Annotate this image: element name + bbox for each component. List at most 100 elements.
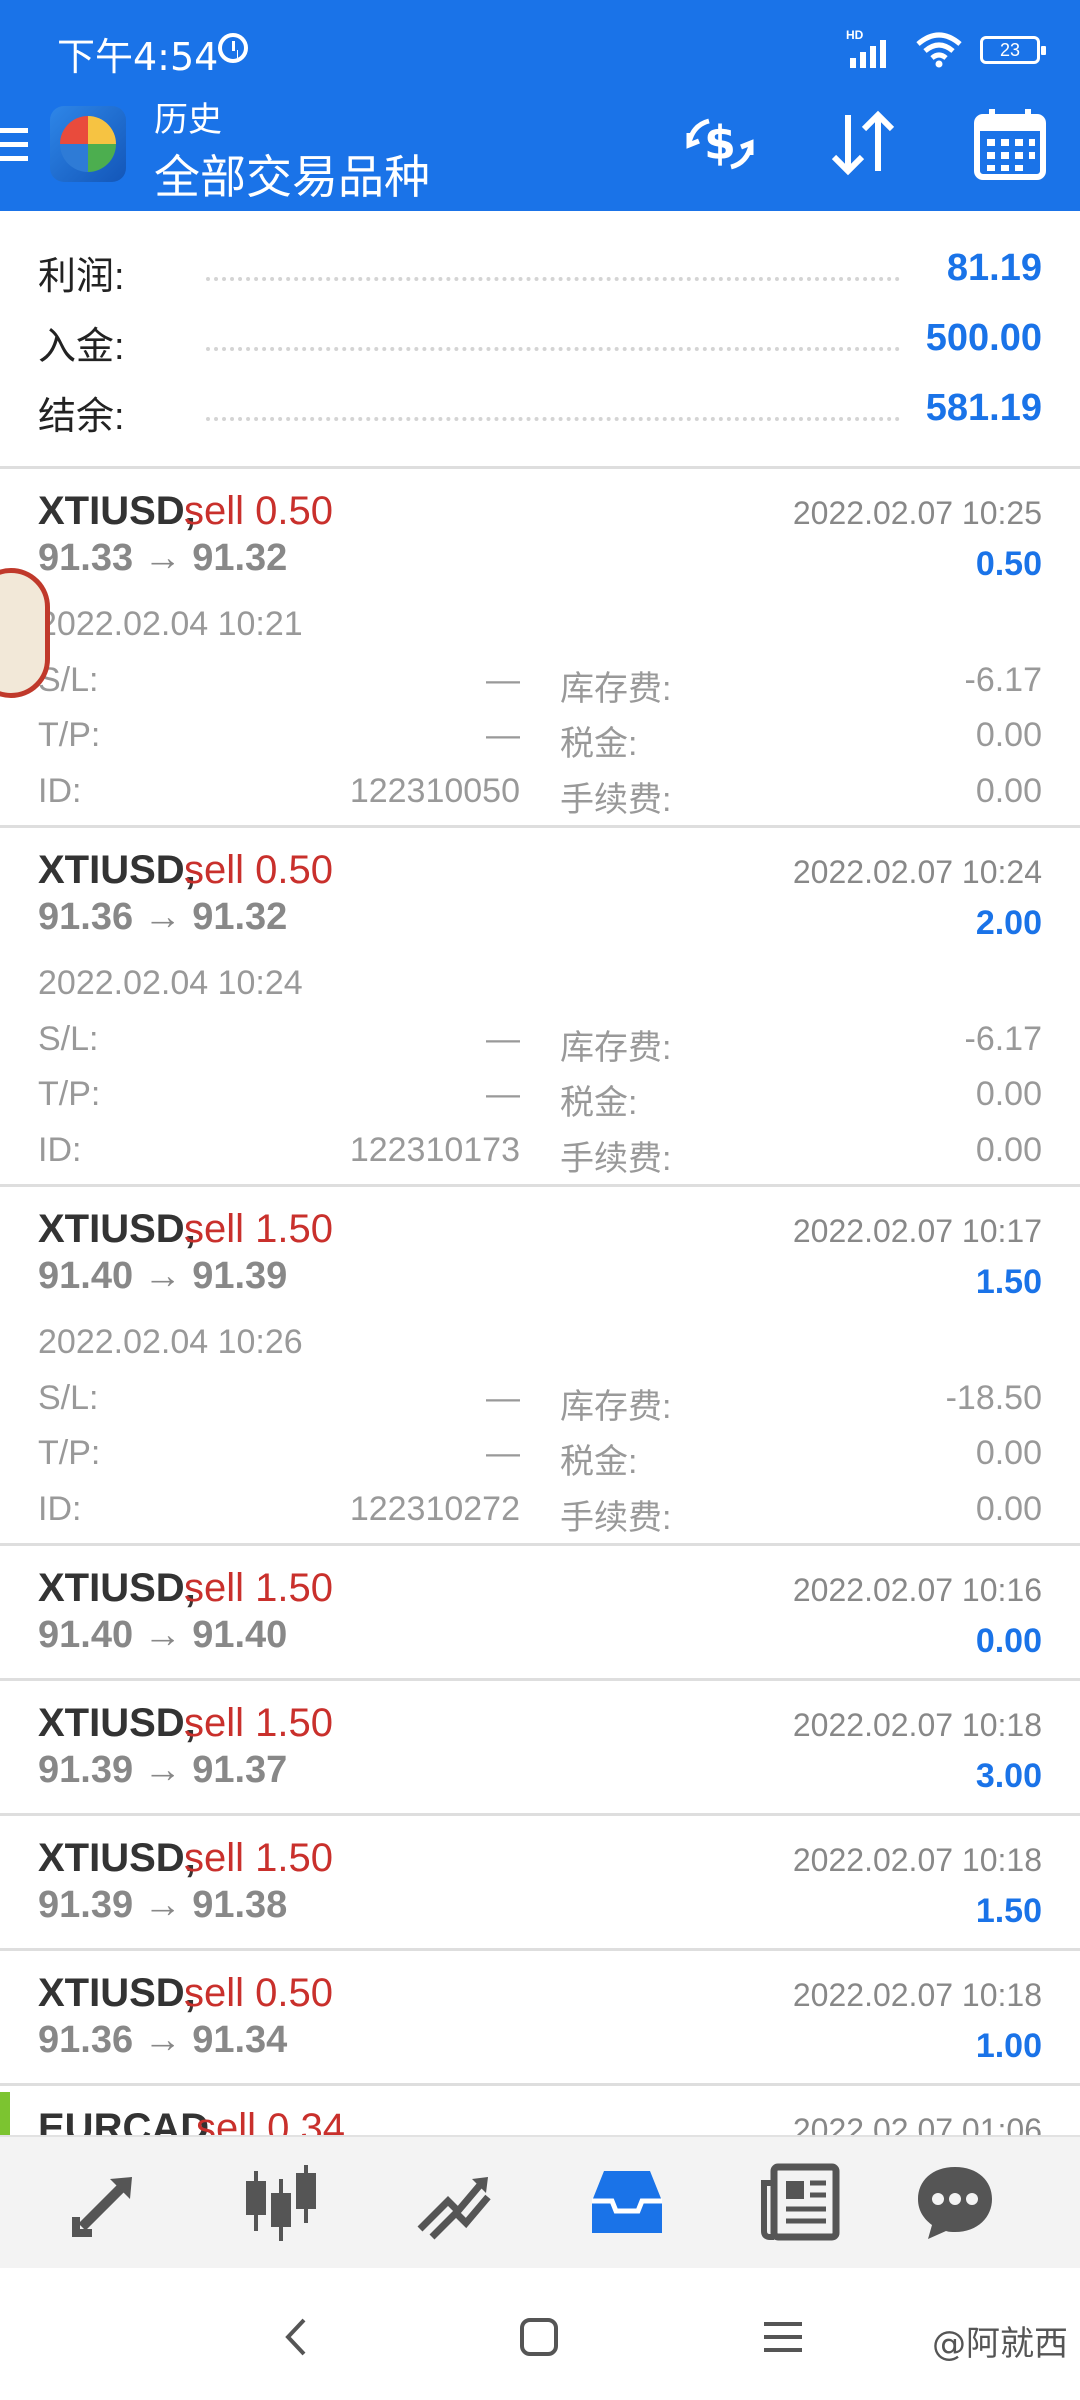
trade-history-list: XTIUSD, sell 0.50 91.33 → 91.32 2022.02.… <box>0 469 1080 2135</box>
sl-value: — <box>486 661 520 699</box>
dotted-leader <box>206 347 900 351</box>
trade-profit: 0.50 <box>975 545 1042 583</box>
page-title: 历史 <box>154 101 222 139</box>
trade-price: 91.40 → 91.39 <box>38 1255 288 1297</box>
fee-value: 0.00 <box>975 1131 1042 1169</box>
trade-item[interactable]: XTIUSD, sell 0.50 91.36 → 91.32 2022.02.… <box>0 828 1080 1187</box>
trade-close-time: 2022.02.07 10:25 <box>792 495 1042 531</box>
trade-type: sell 1.50 <box>184 1207 333 1251</box>
battery-icon: 23 <box>980 36 1046 64</box>
trade-type: sell 0.50 <box>184 1971 333 2015</box>
floating-assistant-avatar[interactable] <box>0 568 50 698</box>
status-icons: HD 23 <box>846 28 1046 70</box>
news-icon[interactable] <box>756 2157 846 2247</box>
top-app-bar: 下午4:54 HD 23 历史 全部交易品种 $ <box>0 0 1080 211</box>
sl-value: — <box>486 1379 520 1417</box>
trade-symbol: EURCAD, <box>38 2106 221 2135</box>
trade-type: sell 0.34 <box>196 2106 345 2135</box>
trade-symbol: XTIUSD, <box>38 1836 196 1880</box>
trade-symbol: XTIUSD, <box>38 848 196 892</box>
fee-value: 0.00 <box>975 1490 1042 1528</box>
recents-icon[interactable] <box>756 2310 810 2364</box>
trade-item[interactable]: XTIUSD, sell 1.50 91.40 → 91.39 2022.02.… <box>0 1187 1080 1546</box>
trade-type: sell 1.50 <box>184 1566 333 1610</box>
trade-close-time: 2022.02.07 01:06 <box>792 2112 1042 2135</box>
chart-candles-icon[interactable] <box>236 2157 326 2247</box>
trade-price: 91.39 → 91.37 <box>38 1749 288 1791</box>
trade-type: sell 0.50 <box>184 848 333 892</box>
trade-item[interactable]: XTIUSD, sell 0.50 91.33 → 91.32 2022.02.… <box>0 469 1080 828</box>
fee-label: 手续费: <box>560 781 672 819</box>
bottom-navigation <box>0 2135 1080 2270</box>
trade-open-time: 2022.02.04 10:24 <box>38 964 303 1002</box>
trade-open-time: 2022.02.04 10:21 <box>38 605 303 643</box>
id-label: ID: <box>38 772 82 810</box>
profit-label: 利润: <box>38 256 125 298</box>
sort-icon[interactable] <box>824 105 902 183</box>
tax-label: 税金: <box>560 725 638 763</box>
trade-item[interactable]: XTIUSD, sell 1.50 91.39 → 91.37 2022.02.… <box>0 1681 1080 1816</box>
profit-row: 利润: 81.19 <box>0 235 1080 305</box>
dotted-leader <box>206 277 900 281</box>
trade-price: 91.36 → 91.34 <box>38 2019 288 2061</box>
trade-type: sell 1.50 <box>184 1836 333 1880</box>
alarm-icon <box>218 33 248 63</box>
trade-close-time: 2022.02.07 10:17 <box>792 1213 1042 1249</box>
trade-profit: 1.50 <box>975 1892 1042 1930</box>
id-value: 122310050 <box>349 772 520 810</box>
id-value: 122310272 <box>349 1490 520 1528</box>
fee-value: 0.00 <box>975 772 1042 810</box>
tax-label: 税金: <box>560 1084 638 1122</box>
back-icon[interactable] <box>270 2310 324 2364</box>
system-navigation-bar: @阿就西 <box>0 2268 1080 2400</box>
trade-type: sell 0.50 <box>184 489 333 533</box>
dotted-leader <box>206 417 900 421</box>
home-icon[interactable] <box>512 2310 566 2364</box>
trade-symbol: XTIUSD, <box>38 1701 196 1745</box>
trade-symbol: XTIUSD, <box>38 1207 196 1251</box>
trade-close-time: 2022.02.07 10:16 <box>792 1572 1042 1608</box>
trade-close-time: 2022.02.07 10:18 <box>792 1977 1042 2013</box>
tax-label: 税金: <box>560 1443 638 1481</box>
profit-value: 81.19 <box>946 247 1042 289</box>
swap-label: 库存费: <box>560 1029 672 1067</box>
tp-value: — <box>486 1075 520 1113</box>
trade-close-time: 2022.02.07 10:24 <box>792 854 1042 890</box>
tp-label: T/P: <box>38 1075 101 1113</box>
tp-value: — <box>486 1434 520 1472</box>
id-label: ID: <box>38 1490 82 1528</box>
trade-close-time: 2022.02.07 10:18 <box>792 1842 1042 1878</box>
wifi-icon <box>916 32 962 68</box>
sl-value: — <box>486 1020 520 1058</box>
quotes-icon[interactable] <box>62 2157 152 2247</box>
trade-item[interactable]: EURCAD, sell 0.34 2022.02.07 01:06 <box>0 2086 1080 2135</box>
trade-item[interactable]: XTIUSD, sell 0.50 91.36 → 91.34 2022.02.… <box>0 1951 1080 2086</box>
trade-price: 91.40 → 91.40 <box>38 1614 288 1656</box>
trade-price: 91.36 → 91.32 <box>38 896 288 938</box>
trade-item[interactable]: XTIUSD, sell 1.50 91.40 → 91.40 2022.02.… <box>0 1546 1080 1681</box>
trade-price: 91.39 → 91.38 <box>38 1884 288 1926</box>
symbol-filter-title[interactable]: 全部交易品种 <box>154 141 430 207</box>
tp-label: T/P: <box>38 716 101 754</box>
account-summary: 利润: 81.19 入金: 500.00 结余: 581.19 <box>0 211 1080 469</box>
trade-type: sell 1.50 <box>184 1701 333 1745</box>
menu-icon[interactable] <box>0 128 28 168</box>
trade-item[interactable]: XTIUSD, sell 1.50 91.39 → 91.38 2022.02.… <box>0 1816 1080 1951</box>
tp-label: T/P: <box>38 1434 101 1472</box>
balance-row: 结余: 581.19 <box>0 375 1080 445</box>
trade-icon[interactable] <box>408 2157 498 2247</box>
swap-label: 库存费: <box>560 1388 672 1426</box>
fee-label: 手续费: <box>560 1499 672 1537</box>
trade-close-time: 2022.02.07 10:18 <box>792 1707 1042 1743</box>
currency-exchange-icon[interactable]: $ <box>681 105 759 183</box>
calendar-icon[interactable] <box>971 105 1049 183</box>
chat-icon[interactable] <box>910 2157 1000 2247</box>
history-icon[interactable] <box>582 2157 672 2247</box>
signal-icon: HD <box>846 28 898 68</box>
fee-label: 手续费: <box>560 1140 672 1178</box>
swap-value: -6.17 <box>964 1020 1043 1058</box>
trade-profit: 2.00 <box>975 904 1042 942</box>
deposit-value: 500.00 <box>925 317 1042 359</box>
swap-value: -6.17 <box>964 661 1043 699</box>
sl-label: S/L: <box>38 1020 99 1058</box>
